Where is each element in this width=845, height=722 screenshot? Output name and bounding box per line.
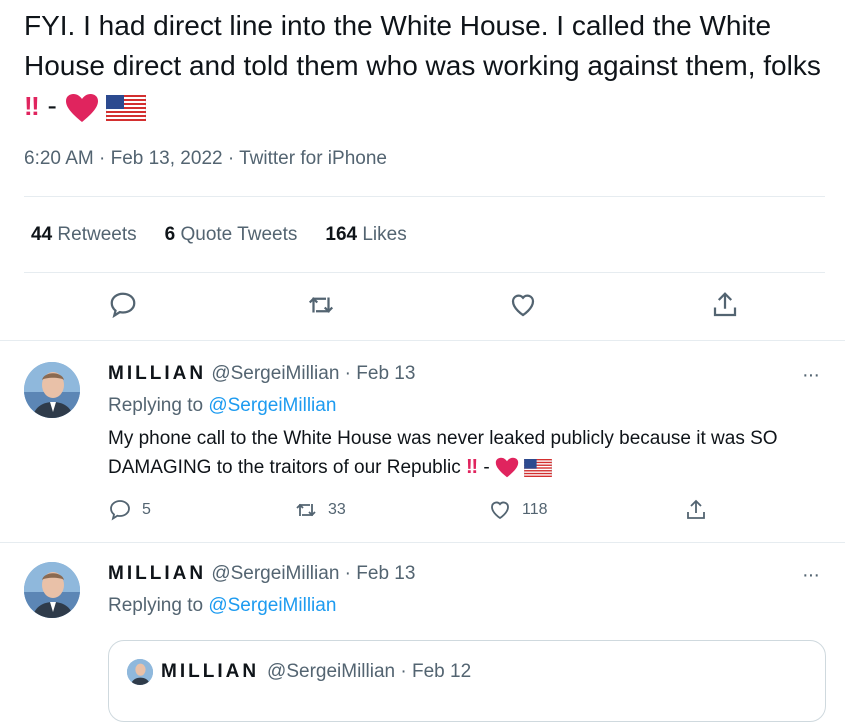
tweet-dash: - — [47, 90, 57, 121]
quote-tweets-label: Quote Tweets — [180, 224, 298, 245]
like-button[interactable] — [508, 290, 538, 320]
replying-prefix: Replying to — [108, 395, 204, 416]
reply-header: MILLIAN @SergeiMillian · Feb 13 — [108, 563, 415, 585]
replying-prefix: Replying to — [108, 595, 204, 616]
reply-icon — [110, 292, 136, 319]
double-exclamation-emoji: ‼ — [24, 91, 40, 121]
tweet-stats: 44 Retweets 6 Quote Tweets 164 Likes — [31, 224, 407, 246]
like-button[interactable]: 118 — [488, 498, 548, 522]
retweet-count: 33 — [328, 501, 346, 518]
reply-action-bar: 5 33 118 — [0, 494, 845, 534]
reply-body: My phone call to the White House was nev… — [108, 428, 778, 478]
replying-handle-link[interactable]: @SergeiMillian — [208, 595, 336, 616]
like-count: 118 — [522, 501, 548, 518]
reply-dash: - — [483, 457, 490, 478]
divider — [24, 272, 825, 273]
retweet-button[interactable]: 33 — [294, 498, 346, 522]
more-options-icon[interactable]: ··· — [802, 364, 820, 387]
reply-button[interactable]: 5 — [108, 498, 151, 522]
quote-tweets-stat[interactable]: 6 Quote Tweets — [165, 224, 298, 246]
quote-tweets-count: 6 — [164, 224, 176, 245]
quoted-tweet-card[interactable]: MILLIAN @SergeiMillian · Feb 12 — [108, 640, 826, 722]
likes-stat[interactable]: 164 Likes — [325, 224, 406, 246]
retweets-count: 44 — [31, 224, 53, 245]
divider — [0, 340, 845, 341]
retweets-stat[interactable]: 44 Retweets — [31, 224, 137, 246]
tweet-timestamp[interactable]: 6:20 AM · Feb 13, 2022 · Twitter for iPh… — [24, 148, 387, 170]
replying-to: Replying to @SergeiMillian — [108, 395, 336, 417]
reply-count: 5 — [142, 501, 151, 518]
likes-count: 164 — [325, 224, 358, 245]
like-icon — [511, 294, 535, 317]
profile-photo-icon — [24, 362, 80, 418]
author-name: MILLIAN — [161, 661, 260, 682]
reply-icon — [110, 500, 130, 521]
replying-handle-link[interactable]: @SergeiMillian — [208, 395, 336, 416]
likes-label: Likes — [362, 224, 407, 245]
like-icon — [491, 501, 509, 520]
more-options-icon[interactable]: ··· — [802, 564, 820, 587]
retweet-icon — [308, 297, 334, 313]
double-exclamation-emoji: ‼ — [465, 456, 479, 478]
avatar[interactable] — [24, 562, 80, 618]
retweet-icon — [296, 503, 316, 517]
reply-header: MILLIAN @SergeiMillian · Feb 13 — [108, 363, 415, 385]
profile-photo-icon — [24, 562, 80, 618]
share-icon — [713, 292, 737, 317]
reply-text: My phone call to the White House was nev… — [108, 424, 828, 482]
tweet-action-bar — [0, 284, 845, 324]
divider — [0, 542, 845, 543]
us-flag-emoji-icon — [106, 94, 147, 121]
profile-photo-icon — [127, 659, 153, 685]
author-handle-date[interactable]: @SergeiMillian · Feb 13 — [211, 563, 415, 584]
tweet-body: FYI. I had direct line into the White Ho… — [24, 10, 821, 81]
retweet-button[interactable] — [306, 290, 336, 320]
retweets-label: Retweets — [57, 224, 137, 245]
share-icon — [687, 499, 705, 519]
replying-to: Replying to @SergeiMillian — [108, 595, 336, 617]
share-button[interactable] — [684, 498, 708, 522]
quoted-tweet-header: MILLIAN @SergeiMillian · Feb 12 — [127, 659, 471, 685]
reply-button[interactable] — [108, 290, 138, 320]
tweet-text: FYI. I had direct line into the White Ho… — [24, 6, 824, 126]
heart-emoji-icon — [495, 458, 519, 478]
avatar[interactable] — [24, 362, 80, 418]
author-name[interactable]: MILLIAN — [108, 563, 206, 584]
us-flag-emoji-icon — [524, 458, 553, 477]
share-button[interactable] — [710, 290, 740, 320]
avatar — [127, 659, 153, 685]
author-handle-date[interactable]: @SergeiMillian · Feb 13 — [211, 363, 415, 384]
author-handle-date: @SergeiMillian · Feb 12 — [267, 661, 472, 682]
heart-emoji-icon — [65, 93, 98, 122]
author-name[interactable]: MILLIAN — [108, 363, 206, 384]
divider — [24, 196, 825, 197]
